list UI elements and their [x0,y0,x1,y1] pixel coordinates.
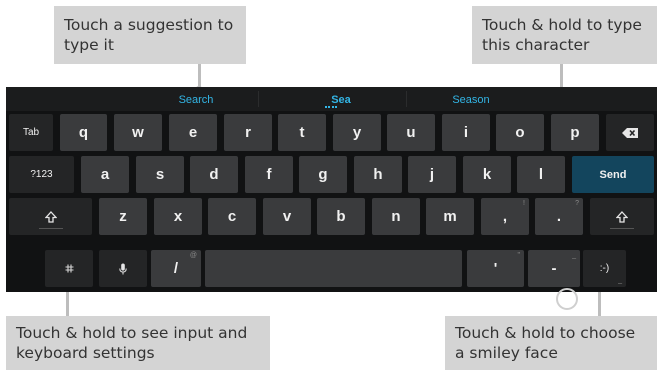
key-v[interactable]: v [263,198,311,235]
key-n[interactable]: n [372,198,420,235]
key-apostrophe-hint: " [517,252,521,259]
spacebar[interactable] [205,250,462,287]
smiley-key[interactable]: :-) _ [583,250,626,287]
shift-icon [616,210,628,223]
key-period-hint: ? [575,200,579,207]
key-x[interactable]: x [154,198,202,235]
callout-settings-text: Touch & hold to see input and keyboard s… [16,324,248,362]
shift-key-left[interactable] [9,198,92,235]
smiley-key-label: :-) [599,263,610,274]
key-p[interactable]: p [551,114,599,151]
suggestion-divider [258,91,259,107]
key-r[interactable]: r [224,114,272,151]
shift-key-right[interactable] [590,198,654,235]
backspace-icon [622,127,638,138]
key-o[interactable]: o [496,114,544,151]
key-w[interactable]: w [114,114,162,151]
backspace-key[interactable] [606,114,654,151]
symbols-key[interactable]: ?123 [9,156,74,193]
key-k[interactable]: k [463,156,511,193]
key-f[interactable]: f [245,156,293,193]
key-dash[interactable]: - _ [528,250,580,287]
key-period-label: . [556,208,562,225]
key-i[interactable]: i [442,114,490,151]
key-m[interactable]: m [426,198,474,235]
key-z[interactable]: z [99,198,147,235]
callout-settings: Touch & hold to see input and keyboard s… [6,316,270,370]
key-a[interactable]: a [81,156,129,193]
keyboard: Search Sea Season Tab q w e r t y u i o … [6,87,657,310]
key-dash-label: - [551,260,557,277]
microphone-key[interactable] [99,250,147,287]
suggestion-more-indicator [325,106,337,110]
key-slash[interactable]: / @ [151,250,201,287]
key-l[interactable]: l [517,156,565,193]
key-y[interactable]: y [333,114,381,151]
settings-key[interactable] [45,250,93,287]
key-c[interactable]: c [208,198,256,235]
key-u[interactable]: u [387,114,435,151]
key-comma[interactable]: , ! [481,198,529,235]
key-apostrophe[interactable]: ' " [467,250,524,287]
key-s[interactable]: s [136,156,184,193]
key-slash-label: / [173,260,179,277]
key-b[interactable]: b [317,198,365,235]
key-t[interactable]: t [278,114,326,151]
shift-icon [44,210,57,223]
shift-underline [610,228,634,229]
callout-suggestion: Touch a suggestion to type it [54,6,246,64]
key-h[interactable]: h [354,156,402,193]
callout-hold-character: Touch & hold to type this character [472,6,657,64]
key-slash-hint: @ [189,252,197,259]
key-comma-hint: ! [523,200,525,207]
tab-key[interactable]: Tab [9,114,53,151]
suggestion-sea[interactable]: Sea [276,87,406,111]
key-d[interactable]: d [190,156,238,193]
shift-underline [38,228,63,229]
key-comma-label: , [502,208,508,225]
microphone-icon [119,263,127,274]
suggestion-search[interactable]: Search [116,87,276,111]
highlight-circle [556,288,578,310]
key-j[interactable]: j [408,156,456,193]
callout-smiley: Touch & hold to choose a smiley face [445,316,657,370]
callout-smiley-text: Touch & hold to choose a smiley face [455,324,636,362]
smiley-key-more-indicator: _ [618,277,622,284]
key-g[interactable]: g [299,156,347,193]
send-key[interactable]: Send [572,156,654,193]
settings-icon [65,264,73,273]
key-e[interactable]: e [169,114,217,151]
suggestion-strip: Search Sea Season [6,87,657,111]
callout-hold-character-text: Touch & hold to type this character [482,16,642,54]
key-dash-hint: _ [572,252,576,259]
suggestion-season[interactable]: Season [406,87,536,111]
key-period[interactable]: . ? [535,198,583,235]
key-apostrophe-label: ' [493,260,498,277]
callout-suggestion-text: Touch a suggestion to type it [64,16,234,54]
key-q[interactable]: q [60,114,107,151]
